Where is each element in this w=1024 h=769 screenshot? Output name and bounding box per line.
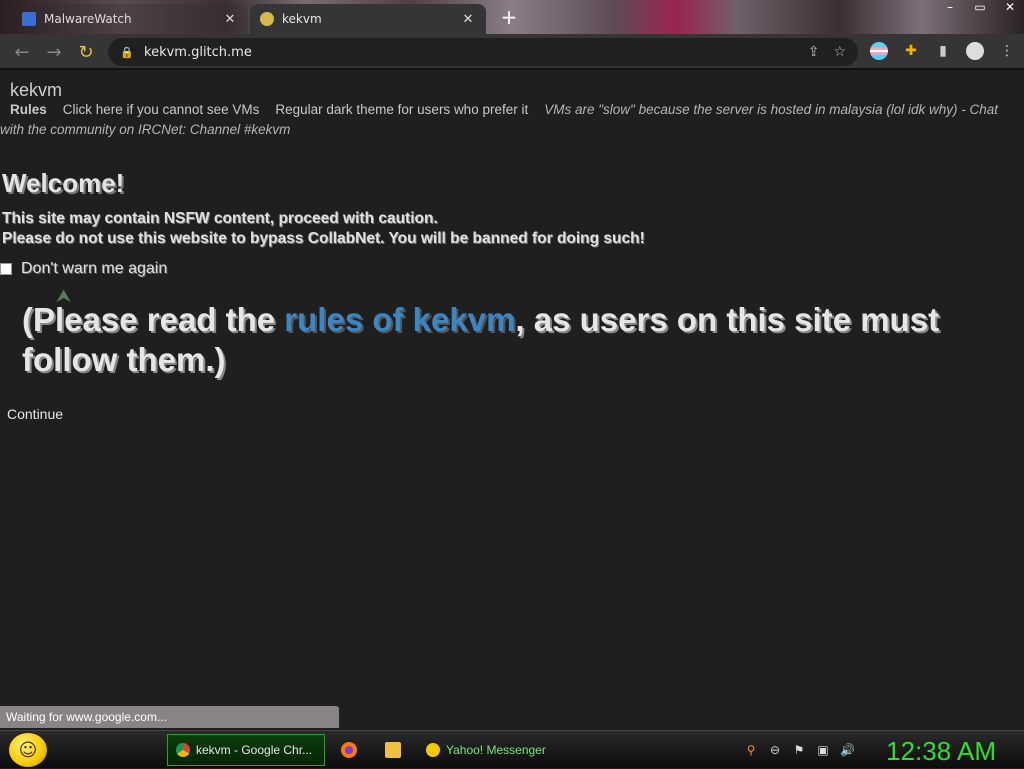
nav-dark-theme-link[interactable]: Regular dark theme for users who prefer …	[275, 102, 528, 117]
rules-notice-prefix: (Please read the	[22, 301, 285, 338]
nav-rules-link[interactable]: Rules	[10, 102, 47, 117]
site-nav: Rules Click here if you cannot see VMs Reg…	[0, 100, 1000, 140]
bookmark-star-icon[interactable]: ☆	[833, 44, 846, 60]
firefox-icon[interactable]	[341, 742, 357, 758]
close-tab-icon[interactable]: ✕	[222, 12, 238, 27]
new-tab-button[interactable]: +	[498, 6, 520, 28]
dont-warn-label: Don't warn me again	[21, 260, 168, 277]
extensions-puzzle-icon[interactable]: ✚	[902, 42, 920, 60]
page-content: kekvm Rules Click here if you cannot see …	[0, 70, 1024, 730]
taskbar: ☺ kekvm - Google Chr... Yahoo! Messenger…	[0, 730, 1024, 768]
reload-icon[interactable]: ↻	[70, 36, 102, 68]
collabnet-warning: Please do not use this website to bypass…	[2, 230, 645, 247]
taskbar-item-chrome[interactable]: kekvm - Google Chr...	[167, 734, 325, 766]
tab-strip: MalwareWatch ✕ kekvm ✕ + – ▭ ✕	[0, 0, 1024, 34]
taskbar-clock[interactable]: 12:38 AM	[886, 733, 996, 769]
tab-label: MalwareWatch	[44, 12, 132, 26]
dont-warn-checkbox[interactable]	[0, 263, 12, 275]
yahoo-messenger-icon	[426, 743, 440, 757]
toolbar-actions: ✚ ▮ ⋮	[870, 42, 1016, 60]
share-icon[interactable]: ⇪	[808, 44, 820, 60]
address-bar[interactable]: 🔒 kekvm.glitch.me ⇪ ☆	[108, 38, 858, 66]
start-button-smiley-icon[interactable]: ☺	[9, 733, 47, 767]
lock-icon: 🔒	[120, 45, 134, 59]
network-icon[interactable]: ▣	[816, 742, 830, 758]
taskbar-item-yahoo-messenger[interactable]: Yahoo! Messenger	[418, 734, 576, 766]
tab-malwarewatch[interactable]: MalwareWatch ✕	[12, 4, 248, 34]
folder-icon[interactable]	[385, 742, 401, 758]
system-tray: ⚲ ⊖ ⚑ ▣ 🔊	[744, 742, 855, 758]
rules-notice: (Please read the rules of kekvm, as user…	[22, 300, 1002, 380]
chrome-icon	[176, 743, 190, 757]
nav-cannot-see-vms-link[interactable]: Click here if you cannot see VMs	[63, 102, 260, 117]
url-text: kekvm.glitch.me	[144, 44, 252, 60]
volume-icon[interactable]: 🔊	[840, 742, 855, 758]
back-arrow-icon[interactable]: ←	[6, 36, 38, 68]
tab-kekvm[interactable]: kekvm ✕	[250, 4, 486, 34]
nsfw-warning: This site may contain NSFW content, proc…	[2, 210, 438, 227]
action-center-flag-icon[interactable]: ⚑	[792, 742, 806, 758]
taskbar-item-label: Yahoo! Messenger	[446, 743, 546, 757]
tab-label: kekvm	[282, 12, 322, 26]
window-controls: – ▭ ✕	[942, 0, 1018, 16]
maximize-icon[interactable]: ▭	[972, 0, 988, 16]
continue-button[interactable]: Continue	[7, 406, 63, 422]
site-title: kekvm	[10, 80, 63, 100]
kekvm-favicon-icon	[260, 12, 274, 26]
close-window-icon[interactable]: ✕	[1002, 0, 1018, 16]
close-tab-icon[interactable]: ✕	[460, 12, 476, 27]
minus-circle-tray-icon[interactable]: ⊖	[768, 742, 782, 758]
minimize-icon[interactable]: –	[942, 0, 958, 16]
rules-link[interactable]: rules of kekvm	[284, 301, 515, 338]
search-tray-icon[interactable]: ⚲	[744, 742, 758, 758]
forward-arrow-icon[interactable]: →	[38, 36, 70, 68]
profile-avatar-icon[interactable]	[966, 42, 984, 60]
kebab-menu-icon[interactable]: ⋮	[998, 42, 1016, 60]
welcome-heading: Welcome!	[2, 168, 125, 198]
flag-extension-icon[interactable]	[870, 42, 888, 60]
dont-warn-option[interactable]: Don't warn me again	[0, 260, 167, 278]
taskbar-item-label: kekvm - Google Chr...	[196, 743, 313, 757]
status-bubble: Waiting for www.google.com...	[0, 706, 339, 728]
side-panel-icon[interactable]: ▮	[934, 42, 952, 60]
malwarewatch-favicon-icon	[22, 12, 36, 26]
